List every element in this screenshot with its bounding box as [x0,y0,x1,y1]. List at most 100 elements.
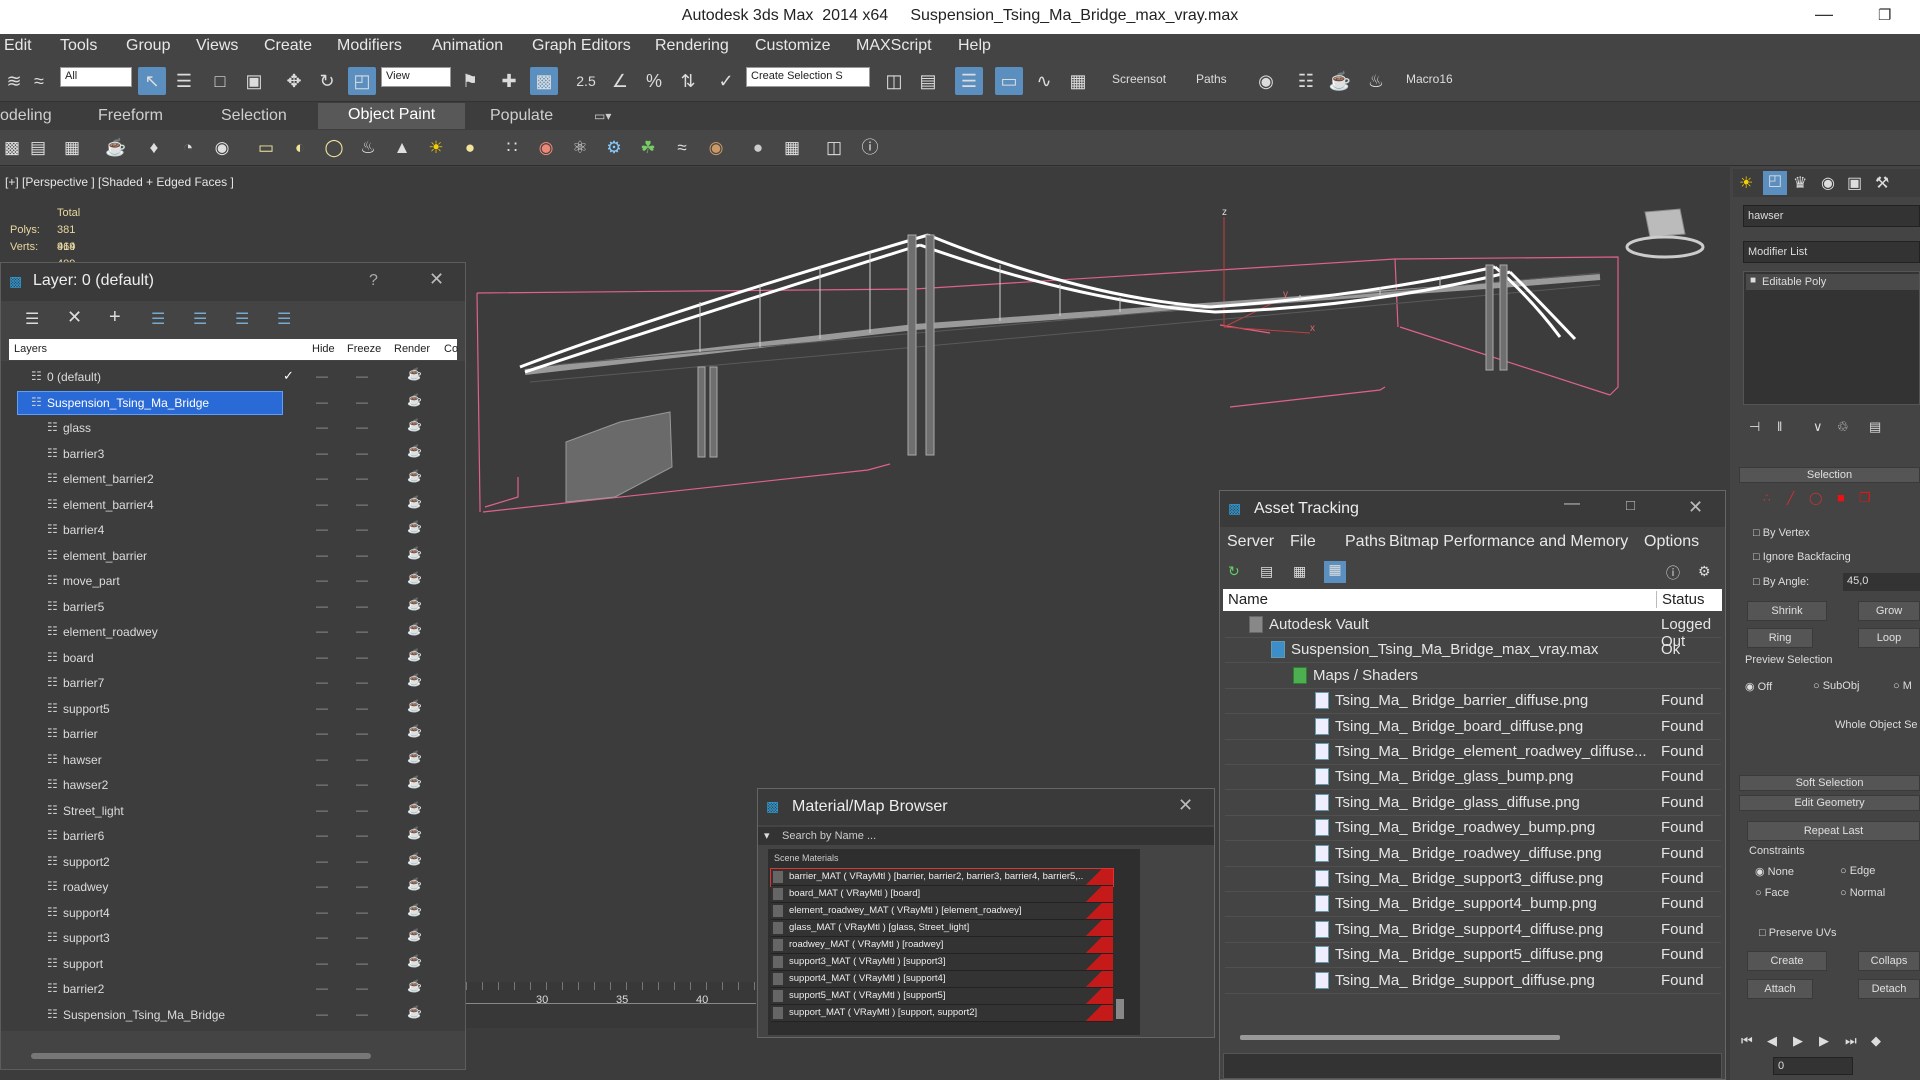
align-icon[interactable]: ▤ [914,67,942,95]
freeze-toggle[interactable]: — [356,803,368,817]
render-toggle-icon[interactable]: ☕ [407,699,422,713]
render-toggle-icon[interactable]: ☕ [407,928,422,942]
render-toggle-icon[interactable]: ☕ [407,801,422,815]
layer-icon[interactable]: ▩ [0,136,24,160]
render-toggle-icon[interactable]: ☕ [407,852,422,866]
edit-geometry-rollout[interactable]: Edit Geometry [1739,795,1920,811]
create-tab-icon[interactable]: ☀ [1739,173,1753,193]
cone-icon[interactable]: ▲ [390,136,414,160]
asset-menu-options[interactable]: Options [1644,533,1699,551]
vertex-icon[interactable]: ∴ [1763,491,1771,505]
render-toggle-icon[interactable]: ☕ [407,775,422,789]
hierarchy-tab-icon[interactable]: ♛ [1793,173,1807,193]
key-mode-icon[interactable]: ◆ [1871,1033,1881,1049]
hide-toggle[interactable]: — [316,701,328,715]
select-object-icon[interactable]: ↖ [138,67,166,95]
unlink-icon[interactable]: ≋ [0,67,28,95]
material-row[interactable]: support3_MAT ( VRayMtl ) [support3] [771,954,1113,971]
selection-filter-dropdown[interactable]: All [60,67,132,87]
pot-icon[interactable]: ♨ [356,136,380,160]
freeze-toggle[interactable]: — [356,1007,368,1021]
render-toggle-icon[interactable]: ☕ [407,1005,422,1019]
list-icon[interactable]: ▤ [26,136,50,160]
render-toggle-icon[interactable]: ☕ [407,469,422,483]
layer-row[interactable]: ☷ element_barrier2 — — ☕ [11,467,457,492]
freeze-toggle[interactable]: — [356,446,368,460]
current-layer-check-icon[interactable]: ✓ [283,368,294,384]
layer-row[interactable]: ☷ barrier4 — — ☕ [11,518,457,543]
freeze-toggle[interactable]: — [356,675,368,689]
table-view-icon[interactable]: ▦ [1324,561,1346,583]
col-render[interactable]: Render [394,343,430,355]
hide-toggle[interactable]: — [316,650,328,664]
spinner-snap-icon[interactable]: ⇅ [674,67,702,95]
freeze-toggle[interactable]: — [356,956,368,970]
grid-icon[interactable]: ▦ [60,136,84,160]
collapse-button[interactable]: Collaps [1858,951,1920,971]
layer-row[interactable]: ☷ barrier5 — — ☕ [11,595,457,620]
preview-off-radio[interactable]: ◉ Off [1745,680,1772,693]
render-toggle-icon[interactable]: ☕ [407,444,422,458]
help-icon[interactable]: ⓘ [858,136,882,160]
tab-populate[interactable]: Populate [490,107,553,125]
layer-row[interactable]: ☷ barrier7 — — ☕ [11,671,457,696]
hide-toggle[interactable]: — [316,803,328,817]
maximize-icon[interactable]: □ [1626,497,1635,514]
hide-toggle[interactable]: — [316,879,328,893]
layer-row[interactable]: ☷ board — — ☕ [11,646,457,671]
ribbon-toggle-icon[interactable]: ▭ [995,67,1023,95]
previous-frame-icon[interactable]: ◀ [1767,1033,1777,1049]
asset-tracking-header[interactable]: ▩ Asset Tracking — □ ✕ [1220,491,1725,527]
material-search-input[interactable]: Search by Name ... [782,830,876,842]
box-icon[interactable]: ▭ [254,136,278,160]
grass-icon[interactable]: ☘ [636,136,660,160]
hide-toggle[interactable]: — [316,981,328,995]
utilities-tab-icon[interactable]: ⚒ [1875,173,1889,193]
macro-button[interactable]: Macro16 [1406,72,1453,86]
material-list-scrollbar[interactable] [1116,999,1124,1019]
hide-toggle[interactable]: — [316,624,328,638]
render-toggle-icon[interactable]: ☕ [407,750,422,764]
layer-row[interactable]: ☷ support4 — — ☕ [11,901,457,926]
fur-icon[interactable]: ◉ [704,136,728,160]
hair-icon[interactable]: ≈ [670,136,694,160]
asset-row[interactable]: Tsing_Ma_ Bridge_support5_diffuse.png Fou… [1225,943,1721,969]
edit-named-selection-icon[interactable]: ✓ [712,67,740,95]
repeat-last-button[interactable]: Repeat Last [1747,821,1920,841]
material-row[interactable]: support5_MAT ( VRayMtl ) [support5] [771,988,1113,1005]
create-button[interactable]: Create [1747,951,1827,971]
material-row[interactable]: element_roadwey_MAT ( VRayMtl ) [element… [771,903,1113,920]
schematic-view-icon[interactable]: ▦ [1064,67,1092,95]
freeze-toggle[interactable]: — [356,522,368,536]
named-selection-sets-dropdown[interactable]: Create Selection S [746,67,870,87]
snaps-toggle-icon[interactable]: 2.5 [572,67,600,95]
asset-row[interactable]: Tsing_Ma_ Bridge_glass_bump.png Found [1225,765,1721,791]
tab-selection[interactable]: Selection [221,107,287,125]
constraint-face-radio[interactable]: ○ Face [1755,887,1789,899]
select-in-layer-icon[interactable]: ☰ [151,309,165,329]
freeze-toggle[interactable]: — [356,599,368,613]
asset-row[interactable]: Tsing_Ma_ Bridge_support_diffuse.png Foun… [1225,969,1721,994]
preview-subobj-radio[interactable]: ○ SubObj [1813,680,1859,692]
select-by-name-icon[interactable]: ☰ [170,67,198,95]
selection-rollout-header[interactable]: Selection [1739,467,1920,483]
mirror-icon[interactable]: ◫ [880,67,908,95]
freeze-toggle[interactable]: — [356,879,368,893]
asset-row[interactable]: Suspension_Tsing_Ma_Bridge_max_vray.max O… [1225,638,1721,664]
asset-row[interactable]: Tsing_Ma_ Bridge_glass_diffuse.png Found [1225,791,1721,816]
object-name-field[interactable]: hawser [1743,205,1920,227]
select-and-rotate-icon[interactable]: ↻ [313,67,341,95]
loop-button[interactable]: Loop [1858,628,1920,648]
modifier-list-dropdown[interactable]: Modifier List [1743,241,1920,263]
layer-row[interactable]: ☷ support — — ☕ [11,952,457,977]
material-row[interactable]: board_MAT ( VRayMtl ) [board] [771,886,1113,903]
menu-tools[interactable]: Tools [60,37,97,55]
col-hide[interactable]: Hide [312,343,335,355]
col-name[interactable]: Name [1228,591,1268,608]
render-toggle-icon[interactable]: ☕ [407,673,422,687]
highlight-layer-icon[interactable]: ☰ [193,309,207,329]
edge-icon[interactable]: ╱ [1787,491,1794,505]
asset-path-field[interactable] [1223,1053,1722,1079]
teapot-icon[interactable]: ☕ [104,136,128,160]
col-layers[interactable]: Layers [14,343,47,355]
